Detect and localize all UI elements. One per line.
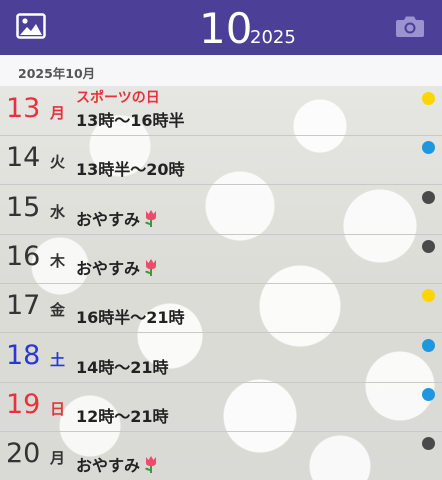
image-icon[interactable]	[16, 13, 48, 41]
weekday-label: 日	[50, 399, 66, 418]
day-row[interactable]: 19 日 12時〜21時	[0, 382, 442, 432]
status-dot	[422, 92, 435, 105]
schedule-text: おやすみ	[76, 209, 141, 229]
schedule-text: 12時〜21時	[76, 406, 169, 426]
schedule-text: おやすみ	[76, 456, 141, 476]
schedule-note: 14時〜21時	[76, 354, 169, 378]
day-number: 20	[6, 438, 41, 470]
day-row[interactable]: 14 火 13時半〜20時	[0, 135, 442, 186]
holiday-label: スポーツの日	[76, 90, 160, 106]
status-dot	[422, 289, 435, 303]
day-number: 14	[6, 142, 41, 174]
weekday-label: 土	[50, 350, 66, 369]
schedule-text: 14時〜21時	[76, 357, 169, 377]
day-number: 19	[6, 388, 41, 420]
schedule-note: 13時半〜20時	[76, 156, 185, 180]
weekday-label: 水	[50, 202, 66, 221]
weekday-label: 火	[50, 153, 66, 172]
schedule-note: 13時〜16時半	[76, 107, 185, 131]
status-dot	[422, 387, 435, 401]
day-row[interactable]: 18 土 14時〜21時	[0, 333, 442, 383]
status-dot	[422, 141, 435, 155]
day-number: 16	[6, 240, 41, 272]
weekday-label: 木	[50, 251, 66, 270]
tulip-icon	[140, 258, 160, 278]
header-bar: 10 2025	[0, 0, 442, 55]
day-row[interactable]: 13 月スポーツの日 13時〜16時半	[0, 86, 442, 136]
status-dot	[422, 190, 435, 204]
schedule-note: おやすみ	[76, 452, 160, 476]
month-title: 10	[199, 4, 253, 53]
status-dot	[422, 338, 435, 352]
subheader-label: 2025年10月	[18, 66, 96, 81]
day-row[interactable]: 17 金 16時半〜21時	[0, 283, 442, 334]
status-dot	[422, 239, 435, 253]
day-row[interactable]: 15 水おやすみ	[0, 185, 442, 235]
day-row[interactable]: 20 月おやすみ	[0, 431, 442, 480]
tulip-icon	[140, 456, 160, 475]
camera-icon[interactable]	[395, 13, 427, 41]
tulip-icon	[140, 209, 160, 229]
weekday-label: 月	[50, 449, 66, 468]
day-number: 17	[6, 290, 41, 322]
schedule-note: おやすみ	[76, 255, 160, 279]
day-number: 13	[6, 93, 41, 124]
weekday-label: 月	[50, 104, 66, 122]
year-title: 2025	[250, 27, 296, 48]
month-subheader: 2025年10月	[0, 55, 442, 87]
day-number: 15	[6, 191, 41, 223]
day-list[interactable]: 13 月スポーツの日 13時〜16時半 14 火 13時半〜20時 15 水おやすみ 16 木おや…	[0, 86, 442, 480]
weekday-label: 金	[50, 301, 66, 320]
schedule-note: おやすみ	[76, 206, 160, 230]
schedule-text: おやすみ	[76, 258, 141, 278]
day-number: 18	[6, 339, 41, 371]
schedule-text: 13時半〜20時	[76, 160, 185, 180]
schedule-text: 13時〜16時半	[76, 111, 185, 130]
day-row[interactable]: 16 木おやすみ	[0, 234, 442, 284]
schedule-note: 12時〜21時	[76, 403, 169, 427]
schedule-note: 16時半〜21時	[76, 304, 185, 328]
status-dot	[422, 437, 435, 451]
schedule-text: 16時半〜21時	[76, 308, 185, 328]
